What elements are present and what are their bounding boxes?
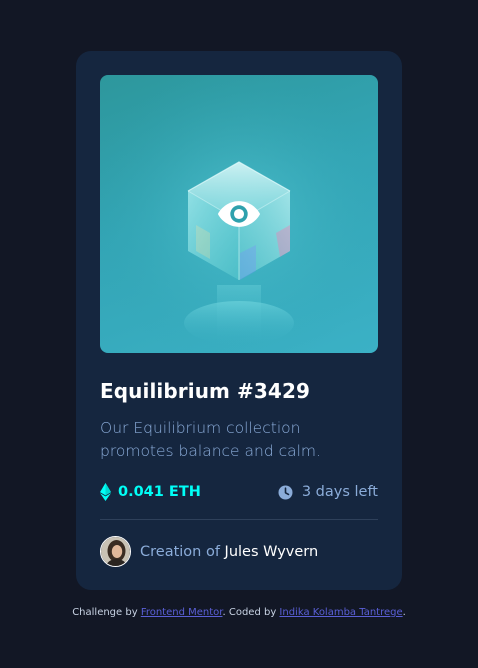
nft-card: Equilibrium #3429 Our Equilibrium collec…	[76, 51, 402, 590]
creator-name-link[interactable]: Jules Wyvern	[225, 544, 319, 560]
author-link[interactable]: Indika Kolamba Tantrege	[279, 607, 402, 618]
attribution-suffix: .	[402, 607, 406, 618]
creator-row: Creation of Jules Wyvern	[100, 536, 378, 567]
time-left-text: 3 days left	[301, 484, 378, 500]
attribution-prefix: Challenge by	[72, 607, 141, 618]
creator-text: Creation of Jules Wyvern	[140, 544, 318, 560]
nft-description: Our Equilibrium collection promotes bala…	[100, 419, 321, 460]
price-value: 0.041 ETH	[118, 484, 201, 500]
nft-title[interactable]: Equilibrium #3429	[100, 379, 378, 403]
ethereum-icon	[100, 483, 111, 501]
clock-icon	[278, 485, 293, 499]
avatar	[100, 536, 131, 567]
price: 0.041 ETH	[100, 483, 201, 501]
attribution: Challenge by Frontend Mentor. Coded by I…	[0, 607, 478, 618]
attribution-middle: . Coded by	[222, 607, 280, 618]
eye-icon	[217, 201, 261, 227]
nft-image[interactable]	[100, 75, 378, 353]
creator-prefix: Creation of	[140, 543, 225, 560]
time-remaining: 3 days left	[278, 484, 378, 500]
divider	[100, 519, 378, 520]
frontend-mentor-link[interactable]: Frontend Mentor	[141, 607, 223, 618]
view-overlay[interactable]	[100, 75, 378, 353]
meta-row: 0.041 ETH 3 days left	[100, 481, 378, 503]
